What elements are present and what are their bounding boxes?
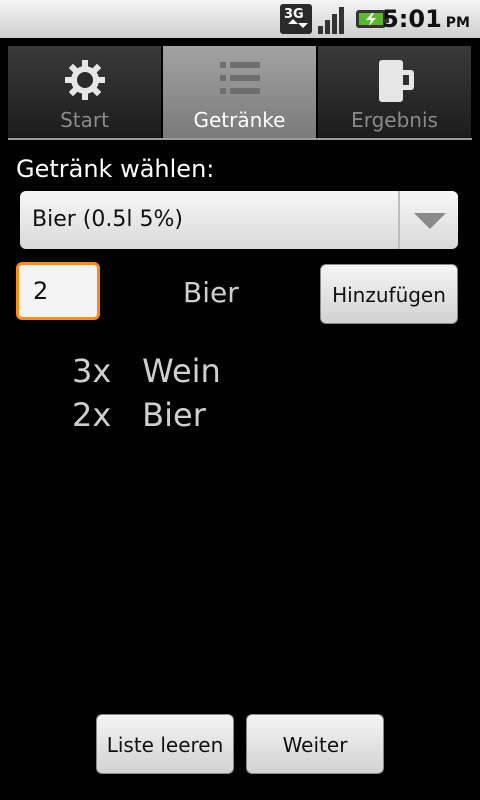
- list-item-name: Wein: [142, 352, 221, 390]
- chevron-down-icon: [414, 213, 446, 229]
- clock-time: 5:01: [382, 5, 442, 33]
- tab-divider: [8, 138, 472, 140]
- list-item-name: Bier: [142, 396, 206, 434]
- gear-icon: [64, 60, 105, 100]
- list-item: 2x Bier: [72, 396, 221, 440]
- tab-getraenke-label: Getränke: [193, 108, 286, 132]
- list-item-count: 3x: [72, 352, 112, 390]
- drink-prompt-label: Getränk wählen:: [16, 155, 215, 183]
- tab-getraenke[interactable]: Getränke: [163, 46, 316, 138]
- tab-start-label: Start: [60, 108, 109, 132]
- next-button[interactable]: Weiter: [246, 714, 384, 774]
- selected-drink-name: Bier: [183, 276, 239, 309]
- tab-ergebnis-label: Ergebnis: [351, 108, 438, 132]
- drink-select[interactable]: Bier (0.5l 5%): [20, 191, 458, 249]
- tab-bar: Start Getränke Ergebnis: [8, 46, 472, 140]
- mug-icon: [378, 60, 414, 102]
- list-icon: [219, 62, 260, 94]
- signal-strength-icon: [318, 7, 344, 34]
- network-type-label: 3G: [284, 7, 304, 22]
- network-3g-icon: 3G: [280, 4, 312, 34]
- drink-select-divider: [398, 191, 400, 249]
- clear-list-button[interactable]: Liste leeren: [96, 714, 234, 774]
- list-item: 3x Wein: [72, 352, 221, 396]
- clock-ampm: PM: [445, 15, 470, 31]
- quantity-input[interactable]: [16, 262, 100, 320]
- drink-select-value: Bier (0.5l 5%): [32, 207, 183, 232]
- status-clock: 5:01 PM: [382, 5, 470, 33]
- add-button[interactable]: Hinzufügen: [320, 264, 458, 324]
- tab-start[interactable]: Start: [8, 46, 161, 138]
- drink-list: 3x Wein 2x Bier: [72, 352, 221, 440]
- list-item-count: 2x: [72, 396, 112, 434]
- status-bar: 3G 5:01 PM: [0, 0, 480, 38]
- tab-ergebnis[interactable]: Ergebnis: [318, 46, 471, 138]
